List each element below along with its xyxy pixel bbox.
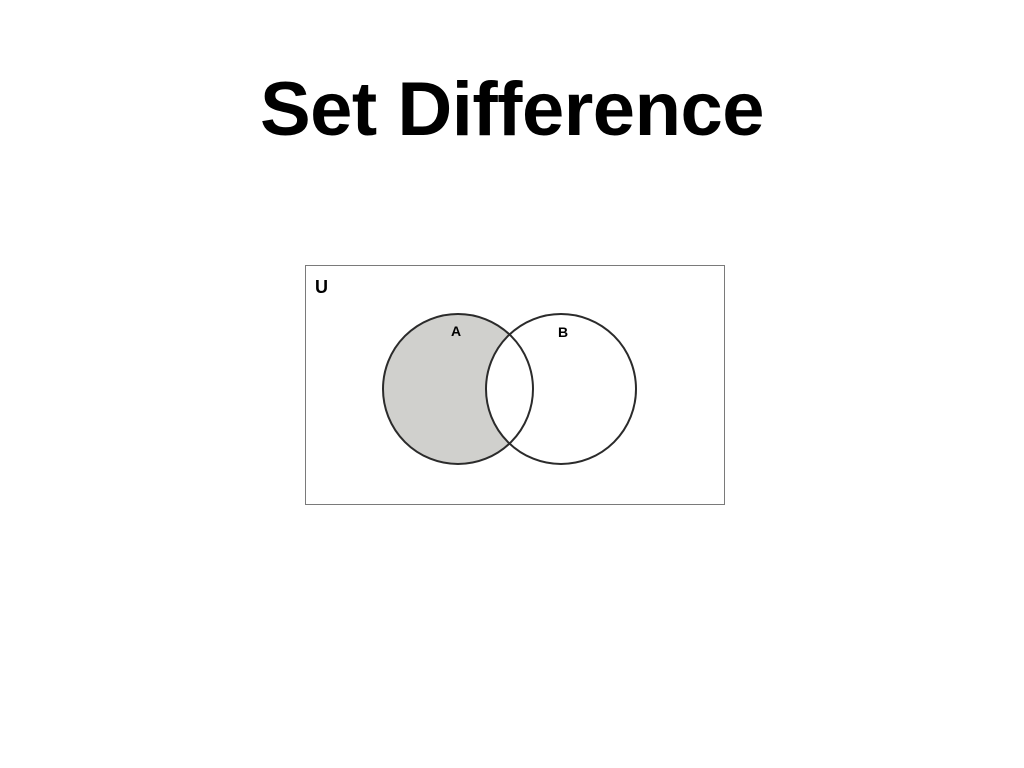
set-a-label: A [451,323,461,339]
set-b-label: B [558,324,568,340]
venn-diagram: U A B [305,265,725,505]
universe-label: U [315,277,328,297]
slide: Set Difference U A B [0,0,1024,768]
